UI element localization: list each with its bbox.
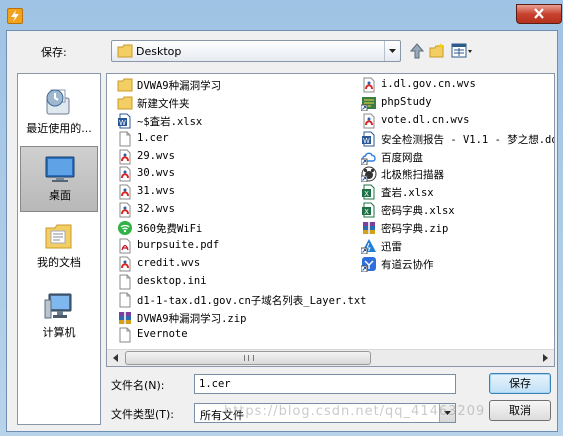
recent-places-icon (43, 86, 75, 118)
up-folder-button[interactable] (407, 41, 427, 61)
pdf-icon (117, 238, 133, 254)
file-name: desktop.ini (137, 274, 207, 287)
file-name: 密码字典.zip (381, 223, 449, 236)
scroll-thumb[interactable] (125, 351, 371, 365)
file-name: 29.wvs (137, 149, 175, 162)
file-name: 北极熊扫描器 (381, 169, 444, 182)
file-name: 百度网盘 (381, 151, 423, 164)
svg-text:X: X (364, 190, 369, 198)
file-name: DVWA9种漏洞学习.zip (137, 312, 247, 325)
filetype-value: 所有文件 (200, 409, 244, 422)
place-documents[interactable]: 我的文档 (20, 214, 98, 280)
folder-icon (117, 44, 133, 61)
file-name: i.dl.gov.cn.wvs (381, 78, 476, 90)
file-name: burpsuite.pdf (137, 239, 220, 252)
acunetix-icon (117, 149, 133, 165)
lightning-app-icon (7, 8, 23, 24)
new-folder-button[interactable] (427, 41, 447, 61)
file-name: 有道云协作 (381, 258, 434, 271)
place-label: 桌面 (49, 189, 71, 202)
place-label: 我的文档 (37, 256, 81, 269)
acunetix-icon (117, 202, 133, 218)
acunetix-icon (361, 113, 377, 129)
filetype-label: 文件类型(T): (111, 408, 175, 421)
excel-icon: X (361, 184, 377, 200)
svg-text:W: W (119, 119, 126, 127)
file-name: credit.wvs (137, 256, 201, 269)
shortcut-thunder-icon (361, 238, 377, 255)
file-name: 360免费WiFi (137, 223, 203, 236)
file-name: Evernote (137, 328, 188, 341)
filetype-combo[interactable]: 所有文件 (194, 403, 456, 423)
acunetix-icon (361, 77, 377, 93)
file-name: 1.cer (137, 131, 169, 144)
chevron-down-icon[interactable] (439, 404, 455, 422)
folder-icon (117, 95, 133, 111)
places-bar: 最近使用的... 桌面 我的文档 计算机 (17, 73, 101, 425)
view-grid-icon (451, 43, 472, 58)
desktop-icon (44, 153, 76, 185)
new-folder-icon (429, 43, 444, 58)
file-name: 31.wvs (137, 185, 175, 198)
lookin-label: 保存: (41, 46, 67, 59)
cancel-button[interactable]: 取消 (489, 400, 551, 421)
acunetix-icon (117, 184, 133, 200)
word-icon: W (117, 113, 133, 129)
file-name: 32.wvs (137, 203, 175, 216)
up-arrow-icon (409, 43, 425, 59)
file-list[interactable]: DVWA9种漏洞学习 新建文件夹 W ~$査岩.xlsx 1.cer 29.wvs 30.w… (106, 73, 555, 367)
doc-icon (117, 292, 133, 308)
acunetix-icon (117, 256, 133, 272)
place-label: 计算机 (42, 326, 76, 339)
close-button[interactable] (516, 4, 562, 24)
shortcut-bear-icon (361, 166, 377, 183)
acunetix-icon (117, 166, 133, 182)
scroll-left-icon[interactable] (107, 350, 124, 366)
excel-icon: X (361, 202, 377, 218)
shortcut-php-icon (361, 95, 377, 111)
lookin-value: Desktop (136, 45, 182, 58)
place-desktop[interactable]: 桌面 (20, 146, 98, 212)
view-menu-button[interactable] (449, 41, 475, 61)
svg-text:W: W (363, 137, 370, 145)
file-name: phpStudy (381, 95, 432, 108)
documents-folder-icon (43, 220, 75, 252)
folder-icon (117, 77, 133, 93)
filename-label: 文件名(N): (111, 379, 165, 392)
place-computer[interactable]: 计算机 (20, 284, 98, 350)
shortcut-cloud-icon (361, 149, 377, 165)
word-icon: W (361, 131, 377, 147)
filename-input[interactable] (194, 374, 456, 394)
doc-icon (117, 327, 133, 343)
file-name: 密码字典.xlsx (381, 205, 455, 218)
archive-icon (361, 220, 377, 236)
wifi-icon (117, 220, 133, 236)
file-name: 安全检测报告 - V1.1 - 梦之想.doc (381, 133, 555, 146)
file-name: 新建文件夹 (137, 97, 190, 110)
place-recent[interactable]: 最近使用的... (20, 80, 98, 146)
file-name: 査岩.xlsx (381, 187, 434, 200)
file-name: DVWA9种漏洞学习 (137, 80, 222, 92)
title-bar (0, 0, 563, 32)
doc-icon (117, 274, 133, 290)
close-icon (534, 8, 544, 19)
shortcut-youdao-icon (361, 256, 377, 272)
horizontal-scrollbar[interactable] (107, 349, 554, 366)
lookin-combo[interactable]: Desktop (111, 40, 401, 62)
file-name: 迅雷 (381, 241, 402, 254)
file-name: 30.wvs (137, 167, 175, 180)
computer-icon (43, 290, 75, 322)
file-name: vote.dl.cn.wvs (381, 113, 470, 126)
archive-icon (117, 310, 133, 326)
svg-text:X: X (364, 208, 369, 216)
file-name: d1-1-tax.d1.gov.cn子域名列表_Layer.txt (137, 294, 367, 307)
place-label: 最近使用的... (26, 122, 92, 135)
doc-icon (117, 131, 133, 147)
chevron-down-icon[interactable] (384, 41, 400, 61)
scroll-right-icon[interactable] (537, 350, 554, 366)
save-dialog: 保存: Desktop 最近使用的... 桌面 我的文档 计算机 DVWA9种漏… (6, 30, 558, 432)
file-name: ~$査岩.xlsx (137, 115, 203, 128)
save-button[interactable]: 保存 (489, 373, 551, 394)
